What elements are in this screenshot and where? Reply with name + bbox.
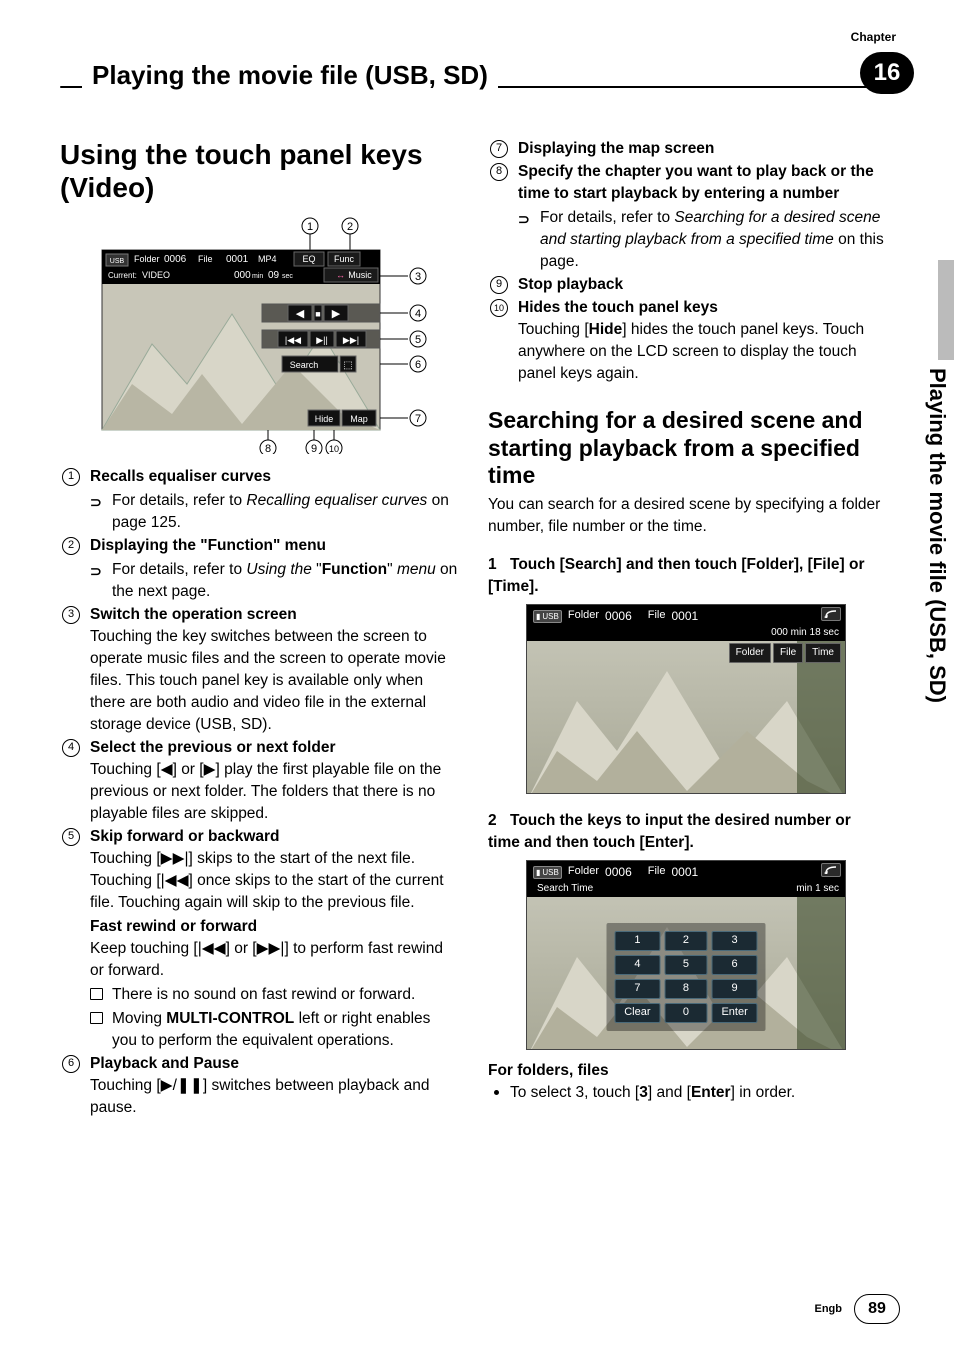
svg-text:▶||: ▶||	[316, 335, 328, 345]
footer-page-number: 89	[854, 1294, 900, 1324]
keypad-key-2[interactable]: 2	[664, 931, 707, 951]
list-item: 3Switch the operation screenTouching the…	[60, 604, 458, 736]
list-item: 1Recalls equaliser curves⊃For details, r…	[60, 466, 458, 534]
section-title-bar: Playing the movie file (USB, SD)	[60, 66, 906, 106]
keypad-key-7[interactable]: 7	[615, 979, 661, 999]
figure-touch-panel: 1 2 USB Folder 0006 File	[92, 214, 432, 454]
svg-text:Music: Music	[348, 270, 372, 280]
svg-text:09: 09	[268, 270, 280, 281]
left-item-list: 1Recalls equaliser curves⊃For details, r…	[60, 466, 458, 1119]
svg-text:Map: Map	[350, 414, 368, 424]
keypad-key-8[interactable]: 8	[664, 979, 707, 999]
callout-2: 2	[347, 221, 353, 233]
svg-text:4: 4	[415, 308, 421, 320]
usb-icon: ▮ USB	[533, 866, 562, 879]
svg-text:min: min	[252, 273, 263, 280]
list-item: 9Stop playback	[488, 274, 886, 296]
right-subheading: Searching for a desired scene and starti…	[488, 407, 886, 490]
svg-text:6: 6	[415, 359, 421, 371]
svg-text:File: File	[198, 254, 213, 264]
tab-time[interactable]: Time	[805, 643, 841, 663]
svg-text:Search: Search	[290, 360, 319, 370]
screenshot-search-tabs: ▮ USB Folder 0006 File 0001 000 min 18 s…	[526, 604, 846, 794]
step-1: 1Touch [Search] and then touch [Folder],…	[488, 554, 886, 598]
svg-text:0006: 0006	[164, 254, 187, 265]
right-column: 7Displaying the map screen8Specify the c…	[488, 138, 886, 1120]
svg-text:VIDEO: VIDEO	[142, 270, 170, 280]
for-folders-title: For folders, files	[488, 1060, 886, 1082]
side-tab-text: Playing the movie file (USB, SD)	[914, 366, 950, 703]
svg-text:⬚: ⬚	[343, 360, 352, 371]
side-tab: Playing the movie file (USB, SD)	[914, 260, 954, 860]
list-item: 8Specify the chapter you want to play ba…	[488, 161, 886, 273]
chapter-number-badge: 16	[860, 52, 914, 94]
list-item: 5Skip forward or backwardTouching [▶▶|] …	[60, 826, 458, 1052]
svg-text:|◀◀: |◀◀	[285, 335, 301, 345]
section-title: Playing the movie file (USB, SD)	[82, 60, 498, 91]
svg-text:sec: sec	[282, 273, 293, 280]
callout-1: 1	[307, 221, 313, 233]
right-intro: You can search for a desired scene by sp…	[488, 494, 886, 538]
keypad-key-3[interactable]: 3	[712, 931, 758, 951]
svg-text:000: 000	[234, 270, 251, 281]
left-heading: Using the touch panel keys (Video)	[60, 138, 458, 204]
keypad-key-5[interactable]: 5	[664, 955, 707, 975]
tab-file[interactable]: File	[773, 643, 803, 663]
svg-text:Func: Func	[334, 254, 355, 264]
svg-text:10: 10	[329, 444, 339, 454]
right-item-list: 7Displaying the map screen8Specify the c…	[488, 138, 886, 385]
keypad-key-9[interactable]: 9	[712, 979, 758, 999]
left-column: Using the touch panel keys (Video) 1 2	[60, 138, 458, 1120]
list-item: 4Select the previous or next folderTouch…	[60, 737, 458, 825]
keypad-key-1[interactable]: 1	[615, 931, 661, 951]
svg-text:▶: ▶	[332, 308, 341, 320]
arrow-right-icon: ⊃	[90, 562, 102, 582]
chapter-label: Chapter	[851, 30, 896, 44]
svg-text:■: ■	[315, 309, 320, 319]
svg-text:9: 9	[311, 443, 317, 454]
page-footer: Engb 89	[815, 1294, 901, 1324]
svg-text:3: 3	[415, 271, 421, 283]
keypad-key-clear[interactable]: Clear	[615, 1003, 661, 1023]
svg-text:◀: ◀	[296, 308, 305, 320]
step-2: 2Touch the keys to input the desired num…	[488, 810, 886, 854]
list-item: 2Displaying the "Function" menu⊃For deta…	[60, 535, 458, 603]
svg-text:Folder: Folder	[134, 254, 160, 264]
footer-lang: Engb	[815, 1303, 843, 1315]
for-folders-bullet: To select 3, touch [3] and [Enter] in or…	[488, 1082, 886, 1104]
keypad-key-0[interactable]: 0	[664, 1003, 707, 1023]
svg-text:▶▶|: ▶▶|	[343, 335, 359, 345]
svg-text:↔: ↔	[336, 270, 345, 280]
keypad-key-6[interactable]: 6	[712, 955, 758, 975]
list-item: 6Playback and PauseTouching [▶/❚❚] switc…	[60, 1053, 458, 1119]
arrow-right-icon: ⊃	[90, 493, 102, 513]
svg-text:Hide: Hide	[315, 414, 334, 424]
tab-folder[interactable]: Folder	[729, 643, 771, 663]
arrow-right-icon: ⊃	[518, 210, 530, 230]
svg-text:5: 5	[415, 334, 421, 346]
keypad-key-enter[interactable]: Enter	[712, 1003, 758, 1023]
keypad: 123 456 789 Clear0Enter	[607, 923, 766, 1031]
back-icon[interactable]	[821, 863, 841, 877]
list-item: 10Hides the touch panel keysTouching [Hi…	[488, 297, 886, 385]
back-icon[interactable]	[821, 607, 841, 621]
svg-text:EQ: EQ	[302, 254, 315, 264]
svg-text:Current:: Current:	[108, 271, 137, 280]
keypad-key-4[interactable]: 4	[615, 955, 661, 975]
list-item: 7Displaying the map screen	[488, 138, 886, 160]
svg-text:MP4: MP4	[258, 254, 277, 264]
svg-text:7: 7	[415, 413, 421, 425]
screenshot-keypad: ▮ USB Folder 0006 File 0001 Search Time …	[526, 860, 846, 1050]
svg-text:8: 8	[265, 443, 271, 454]
usb-icon: ▮ USB	[533, 610, 562, 623]
svg-text:USB: USB	[110, 258, 125, 265]
svg-text:0001: 0001	[226, 254, 249, 265]
